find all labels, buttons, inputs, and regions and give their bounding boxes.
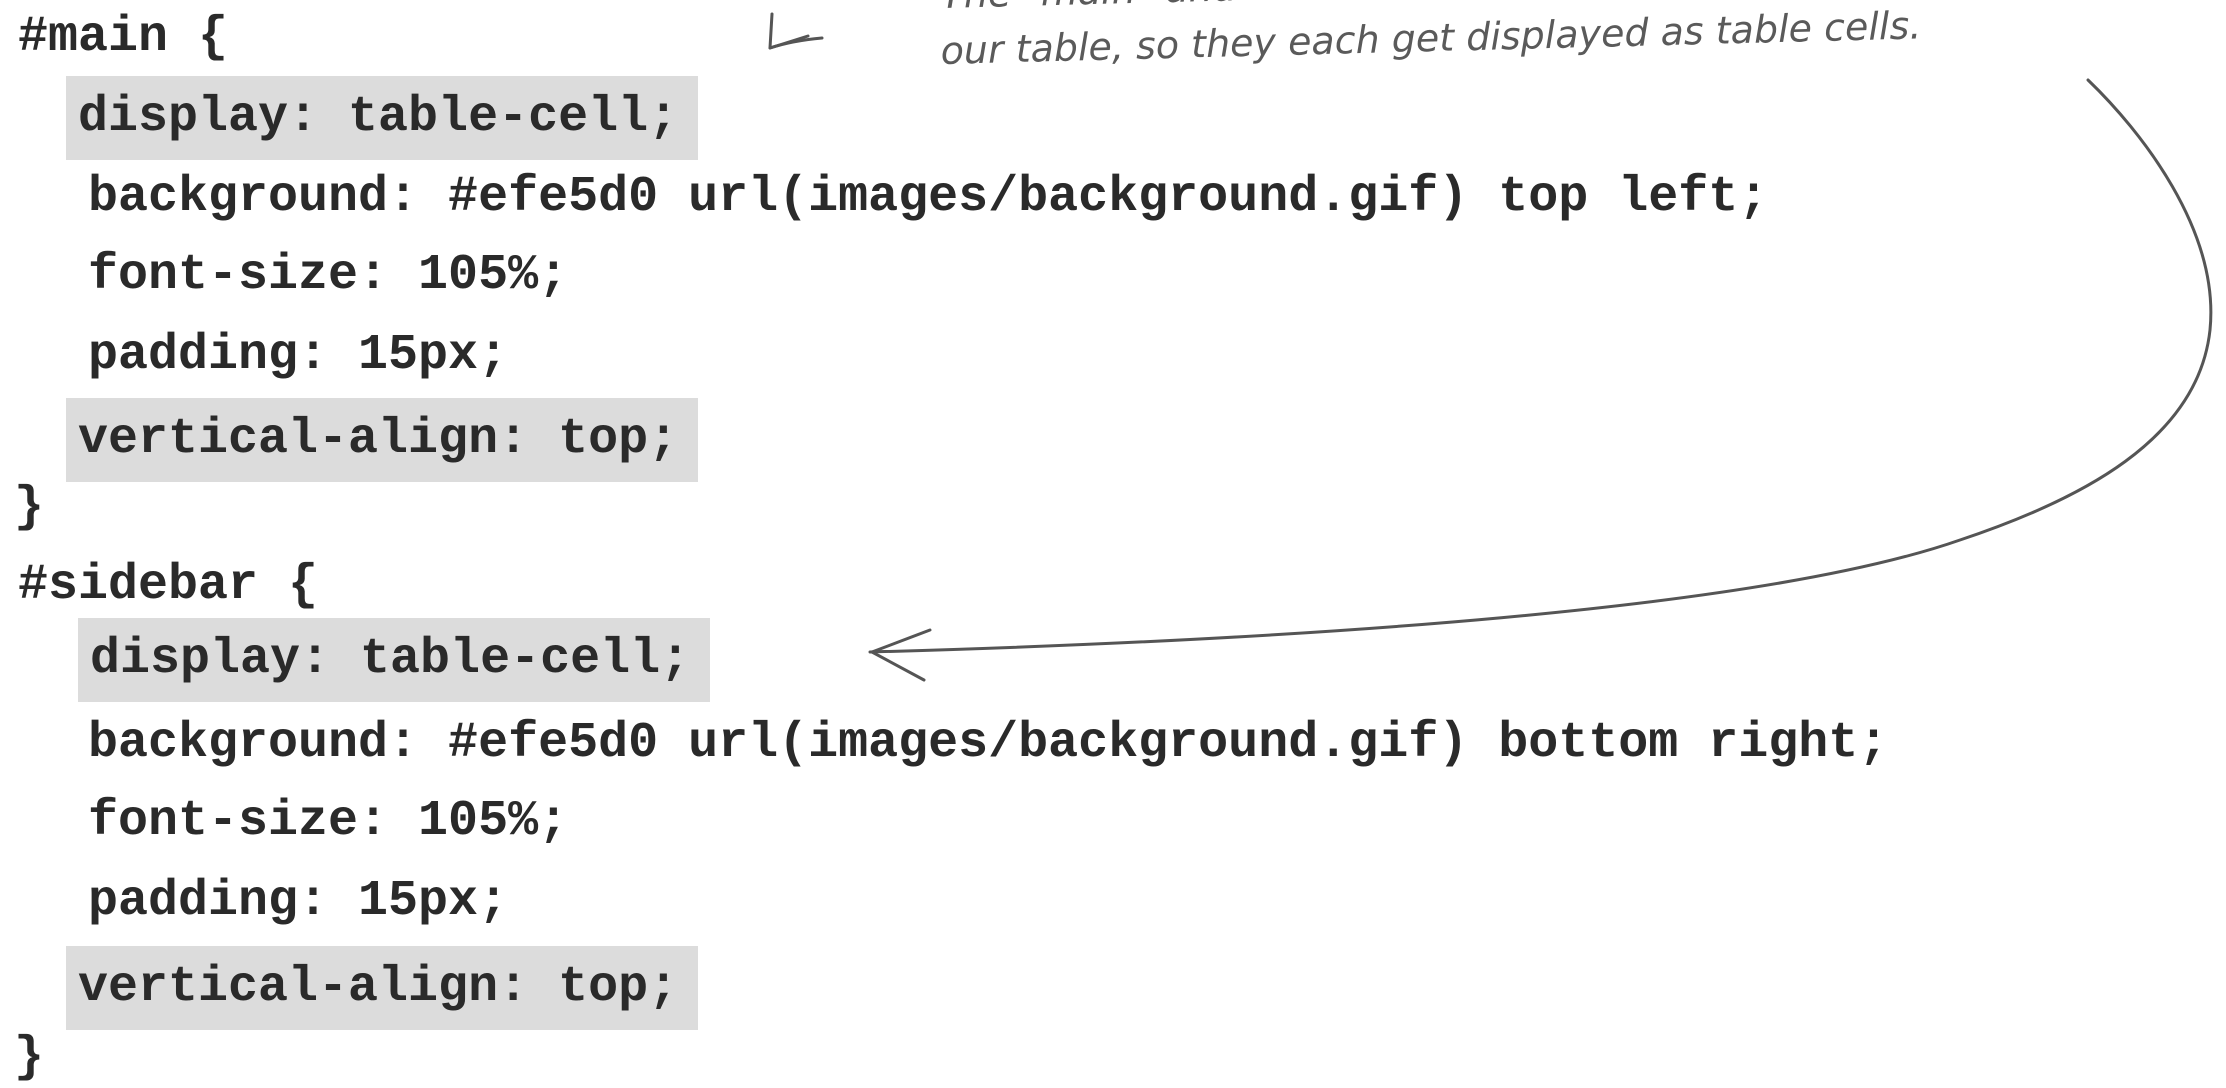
arrow-to-main-display-icon xyxy=(768,12,824,50)
annotation-arrows xyxy=(768,12,2213,682)
arrow-to-sidebar-display-icon xyxy=(868,78,2213,682)
css-code-figure: The "main" and "sidebar" <divs> are the … xyxy=(0,0,2226,1086)
